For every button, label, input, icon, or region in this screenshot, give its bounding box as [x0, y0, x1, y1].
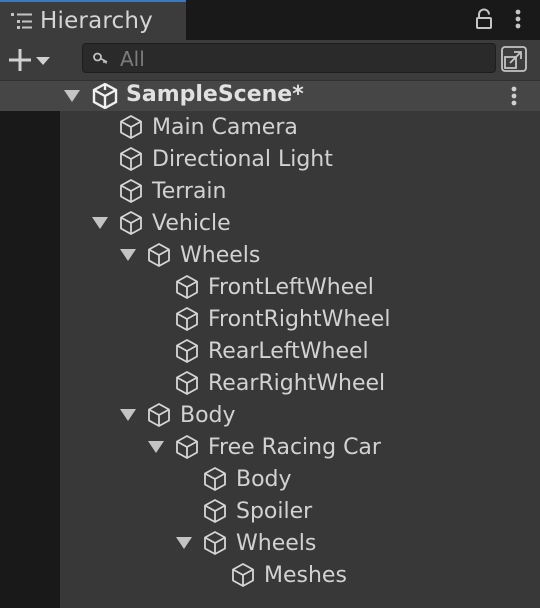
cube-icon: [148, 403, 170, 427]
hierarchy-tab[interactable]: Hierarchy: [0, 0, 186, 40]
unity-logo-icon: [92, 83, 118, 109]
item-label: Spoiler: [236, 498, 313, 524]
cube-icon: [120, 147, 142, 171]
foldout-expanded-icon[interactable]: [64, 90, 80, 102]
cube-icon: [120, 115, 142, 139]
cube-icon: [120, 211, 142, 235]
item-label: Free Racing Car: [208, 434, 381, 460]
hierarchy-item-main-camera[interactable]: Main Camera: [92, 111, 298, 143]
search-icon: [93, 52, 108, 64]
foldout-expanded-icon[interactable]: [92, 217, 108, 229]
item-label: Wheels: [236, 530, 317, 556]
hierarchy-item-wheels[interactable]: Wheels: [120, 239, 260, 271]
maximize-icon: [501, 46, 527, 72]
maximize-button[interactable]: [500, 45, 528, 73]
item-label: Terrain: [152, 178, 227, 204]
cube-icon: [176, 275, 198, 299]
item-label: RearLeftWheel: [208, 338, 369, 364]
hierarchy-item-frontleftwheel[interactable]: FrontLeftWheel: [148, 271, 374, 303]
foldout-expanded-icon[interactable]: [148, 441, 164, 453]
scene-header[interactable]: SampleScene*: [0, 80, 540, 111]
cube-icon: [176, 435, 198, 459]
hierarchy-item-body[interactable]: Body: [176, 463, 292, 495]
cube-icon: [204, 499, 226, 523]
scene-name: SampleScene*: [126, 82, 304, 107]
item-label: Vehicle: [152, 210, 231, 236]
item-label: Main Camera: [152, 114, 298, 140]
cube-icon: [176, 339, 198, 363]
hierarchy-item-spoiler[interactable]: Spoiler: [176, 495, 312, 527]
hierarchy-item-rearleftwheel[interactable]: RearLeftWheel: [148, 335, 369, 367]
item-label: Body: [180, 402, 236, 428]
caret-down-icon: [36, 57, 50, 65]
hierarchy-item-meshes[interactable]: Meshes: [204, 559, 347, 591]
hierarchy-item-free-racing-car[interactable]: Free Racing Car: [148, 431, 381, 463]
item-label: Directional Light: [152, 146, 333, 172]
hierarchy-tree: Main Camera Directional Light Terrain Ve…: [0, 111, 540, 608]
add-object-button[interactable]: [6, 44, 62, 76]
cube-icon: [176, 371, 198, 395]
item-label: Wheels: [180, 242, 261, 268]
search-placeholder: All: [120, 47, 145, 71]
hierarchy-item-body[interactable]: Body: [120, 399, 236, 431]
hierarchy-item-vehicle[interactable]: Vehicle: [92, 207, 231, 239]
tab-bar: Hierarchy: [0, 0, 540, 40]
list-icon: [11, 13, 32, 29]
item-label: FrontRightWheel: [208, 306, 391, 332]
plus-icon: [9, 49, 31, 71]
cube-icon: [204, 467, 226, 491]
tab-actions: [472, 6, 530, 32]
item-label: FrontLeftWheel: [208, 274, 374, 300]
cube-icon: [120, 179, 142, 203]
hierarchy-item-wheels[interactable]: Wheels: [176, 527, 316, 559]
item-label: RearRightWheel: [208, 370, 386, 396]
more-vertical-icon[interactable]: [506, 6, 530, 32]
tab-title: Hierarchy: [40, 8, 153, 34]
cube-icon: [204, 531, 226, 555]
item-label: Body: [236, 466, 292, 492]
cube-icon: [232, 563, 254, 587]
cube-icon: [148, 243, 170, 267]
hierarchy-item-directional-light[interactable]: Directional Light: [92, 143, 333, 175]
more-vertical-icon[interactable]: [504, 84, 524, 108]
search-field[interactable]: All: [82, 43, 496, 73]
foldout-expanded-icon[interactable]: [176, 537, 192, 549]
foldout-expanded-icon[interactable]: [120, 409, 136, 421]
hierarchy-item-frontrightwheel[interactable]: FrontRightWheel: [148, 303, 390, 335]
hierarchy-item-terrain[interactable]: Terrain: [92, 175, 226, 207]
foldout-expanded-icon[interactable]: [120, 249, 136, 261]
item-label: Meshes: [264, 562, 347, 588]
cube-icon: [176, 307, 198, 331]
hierarchy-item-rearrightwheel[interactable]: RearRightWheel: [148, 367, 385, 399]
lock-icon[interactable]: [472, 6, 496, 32]
